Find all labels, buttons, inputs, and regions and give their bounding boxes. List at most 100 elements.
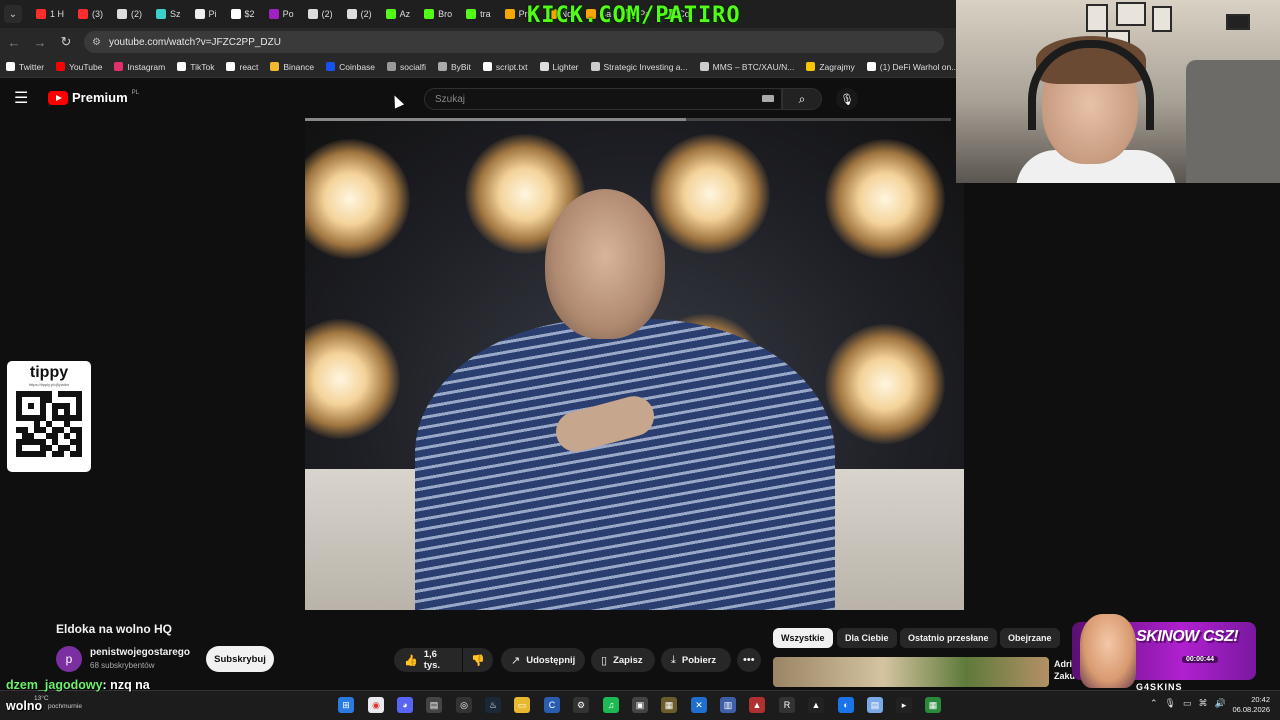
app-icon[interactable]: ⚙ (573, 697, 589, 713)
recommended-video-thumbnail[interactable] (773, 657, 1049, 687)
bookmark-item[interactable]: Zagrajmy (806, 62, 855, 72)
hamburger-menu-icon[interactable]: ☰ (14, 90, 34, 108)
bookmark-item[interactable]: Strategic Investing a... (590, 61, 688, 72)
app-icon[interactable]: ▦ (925, 697, 941, 713)
tippy-donation-qr: tippy https://tipply.pl/@patiro (7, 361, 91, 472)
bookmark-item[interactable]: (1) DeFi Warhol on... (866, 62, 956, 72)
browser-tab[interactable]: Bro (418, 3, 458, 25)
app-icon[interactable]: ▲ (808, 697, 824, 713)
browser-tab[interactable]: (2) (111, 3, 148, 25)
browser-tab[interactable]: (2) (341, 3, 378, 25)
like-button[interactable]: 👍 1,6 tys. (394, 648, 462, 672)
back-icon[interactable]: ← (2, 30, 26, 54)
chip-recently-uploaded[interactable]: Ostatnio przesłane (900, 628, 997, 648)
reload-icon[interactable]: ↻ (54, 30, 78, 54)
bookmark-favicon-icon (114, 62, 124, 71)
steam-icon[interactable]: ♨ (485, 697, 501, 713)
chrome-icon[interactable]: ◉ (368, 697, 384, 713)
channel-name[interactable]: penistwojegostarego (90, 647, 190, 658)
obs-icon[interactable]: ◎ (456, 697, 472, 713)
bookmark-favicon-icon (177, 62, 187, 71)
person-striped-shirt (415, 319, 835, 610)
app-icon[interactable]: ▤ (426, 697, 442, 713)
browser-tab[interactable]: Po (263, 3, 300, 25)
display-tray-icon[interactable]: ▭ (1183, 698, 1192, 709)
discord-icon[interactable]: ◕ (397, 697, 413, 713)
gaming-chair (1186, 60, 1280, 183)
bookmark-item[interactable]: ByBit (438, 62, 471, 72)
app-icon[interactable]: ✕ (691, 697, 707, 713)
browser-tab[interactable]: (3) (72, 3, 109, 25)
subscribe-button[interactable]: Subskrybuj (206, 646, 274, 672)
app-icon[interactable]: ◐ (838, 697, 854, 713)
channel-avatar[interactable]: p (56, 646, 82, 672)
cursor-editor-icon[interactable]: C (544, 697, 560, 713)
chip-all[interactable]: Wszystkie (773, 628, 833, 648)
bookmark-item[interactable]: TikTok (177, 62, 214, 72)
browser-tab-strip: ⌄ 1 H (3) (2) Sz Pi $2 Po (2) (2) Az Bro tra Pro No Ba… (0, 0, 956, 28)
bookmark-item[interactable]: Instagram (114, 62, 165, 72)
bookmark-item[interactable]: react (226, 62, 258, 72)
address-bar[interactable]: ⚙ youtube.com/watch?v=JFZC2PP_DZU (84, 31, 944, 53)
browser-tab[interactable]: Pi (189, 3, 223, 25)
weather-desc: pochmurnie (48, 703, 82, 710)
save-button[interactable]: ▯ Zapisz (591, 648, 655, 672)
network-icon[interactable]: ⌘ (1199, 698, 1208, 709)
app-icon[interactable]: R (779, 697, 795, 713)
chip-for-you[interactable]: Dla Ciebie (837, 628, 897, 648)
tippy-url: https://tipply.pl/@patiro (28, 382, 70, 387)
bookmark-label: Coinbase (339, 61, 376, 72)
bookmark-item[interactable]: Coinbase (326, 62, 375, 72)
site-info-icon[interactable]: ⚙ (92, 37, 101, 48)
bookmark-item[interactable]: socialfi (387, 62, 426, 72)
windows-start-icon[interactable]: ⊞ (338, 697, 354, 713)
tray-overflow-icon[interactable]: ⌃ (1150, 698, 1158, 709)
video-progress-bar[interactable] (305, 118, 951, 121)
app-icon[interactable]: ▥ (720, 697, 736, 713)
share-button[interactable]: ↗ Udostępnij (501, 648, 585, 672)
video-player[interactable] (305, 119, 964, 610)
browser-tab[interactable]: (2) (302, 3, 339, 25)
bookmark-item[interactable]: MMS – BTC/XAU/N... (699, 62, 794, 72)
search-input[interactable]: Szukaj (424, 88, 782, 110)
bookmark-item[interactable]: Binance (270, 62, 314, 72)
dislike-button[interactable]: 👎 (463, 648, 493, 672)
download-button[interactable]: ⤓ Pobierz (661, 648, 731, 672)
taskbar-clock[interactable]: 20:42 06.08.2026 (1226, 695, 1270, 715)
youtube-premium-logo[interactable]: Premium PL (48, 90, 139, 105)
bookmark-favicon-icon (270, 62, 280, 71)
terminal-icon[interactable]: ▸ (896, 697, 912, 713)
bookmark-item[interactable]: script.txt (482, 62, 528, 72)
bookmark-item[interactable]: Twitter (6, 62, 44, 72)
bookmark-item[interactable]: Lighter (539, 62, 579, 72)
youtube-play-icon (48, 90, 68, 105)
bookmark-label: Twitter (19, 61, 45, 72)
keyboard-icon[interactable] (762, 95, 774, 102)
chip-watched[interactable]: Obejrzane (1000, 628, 1060, 648)
forward-icon[interactable]: → (28, 30, 52, 54)
volume-icon[interactable]: 🔊 (1215, 698, 1226, 709)
bookmark-favicon-icon (56, 62, 66, 71)
tab-favicon-icon (424, 9, 435, 19)
tab-search-icon[interactable]: ⌄ (4, 5, 22, 23)
app-icon[interactable]: ▣ (632, 697, 648, 713)
more-icon: ••• (743, 654, 755, 666)
browser-tab[interactable]: Sz (150, 3, 187, 25)
bookmark-item[interactable]: YouTube (56, 62, 102, 72)
browser-tab[interactable]: $2 (225, 3, 261, 25)
file-explorer-icon[interactable]: ▭ (514, 697, 530, 713)
notepad-icon[interactable]: ▤ (867, 697, 883, 713)
browser-tab[interactable]: 1 H (30, 3, 70, 25)
microphone-tray-icon[interactable]: 🎙 (1165, 698, 1176, 709)
search-button[interactable]: ⌕ (782, 88, 822, 110)
kick-url-overlay: KICK.COM/PATIRO (527, 3, 741, 28)
more-actions-button[interactable]: ••• (737, 648, 761, 672)
voice-search-button[interactable]: 🎙 (836, 88, 858, 110)
bookmark-label: Strategic Investing a... (603, 61, 688, 72)
app-icon[interactable]: ▦ (661, 697, 677, 713)
chat-message-continued: wolno (6, 699, 43, 713)
browser-tab[interactable]: Az (380, 3, 417, 25)
app-icon[interactable]: ▲ (749, 697, 765, 713)
spotify-icon[interactable]: ♫ (603, 697, 619, 713)
browser-tab[interactable]: tra (460, 3, 497, 25)
